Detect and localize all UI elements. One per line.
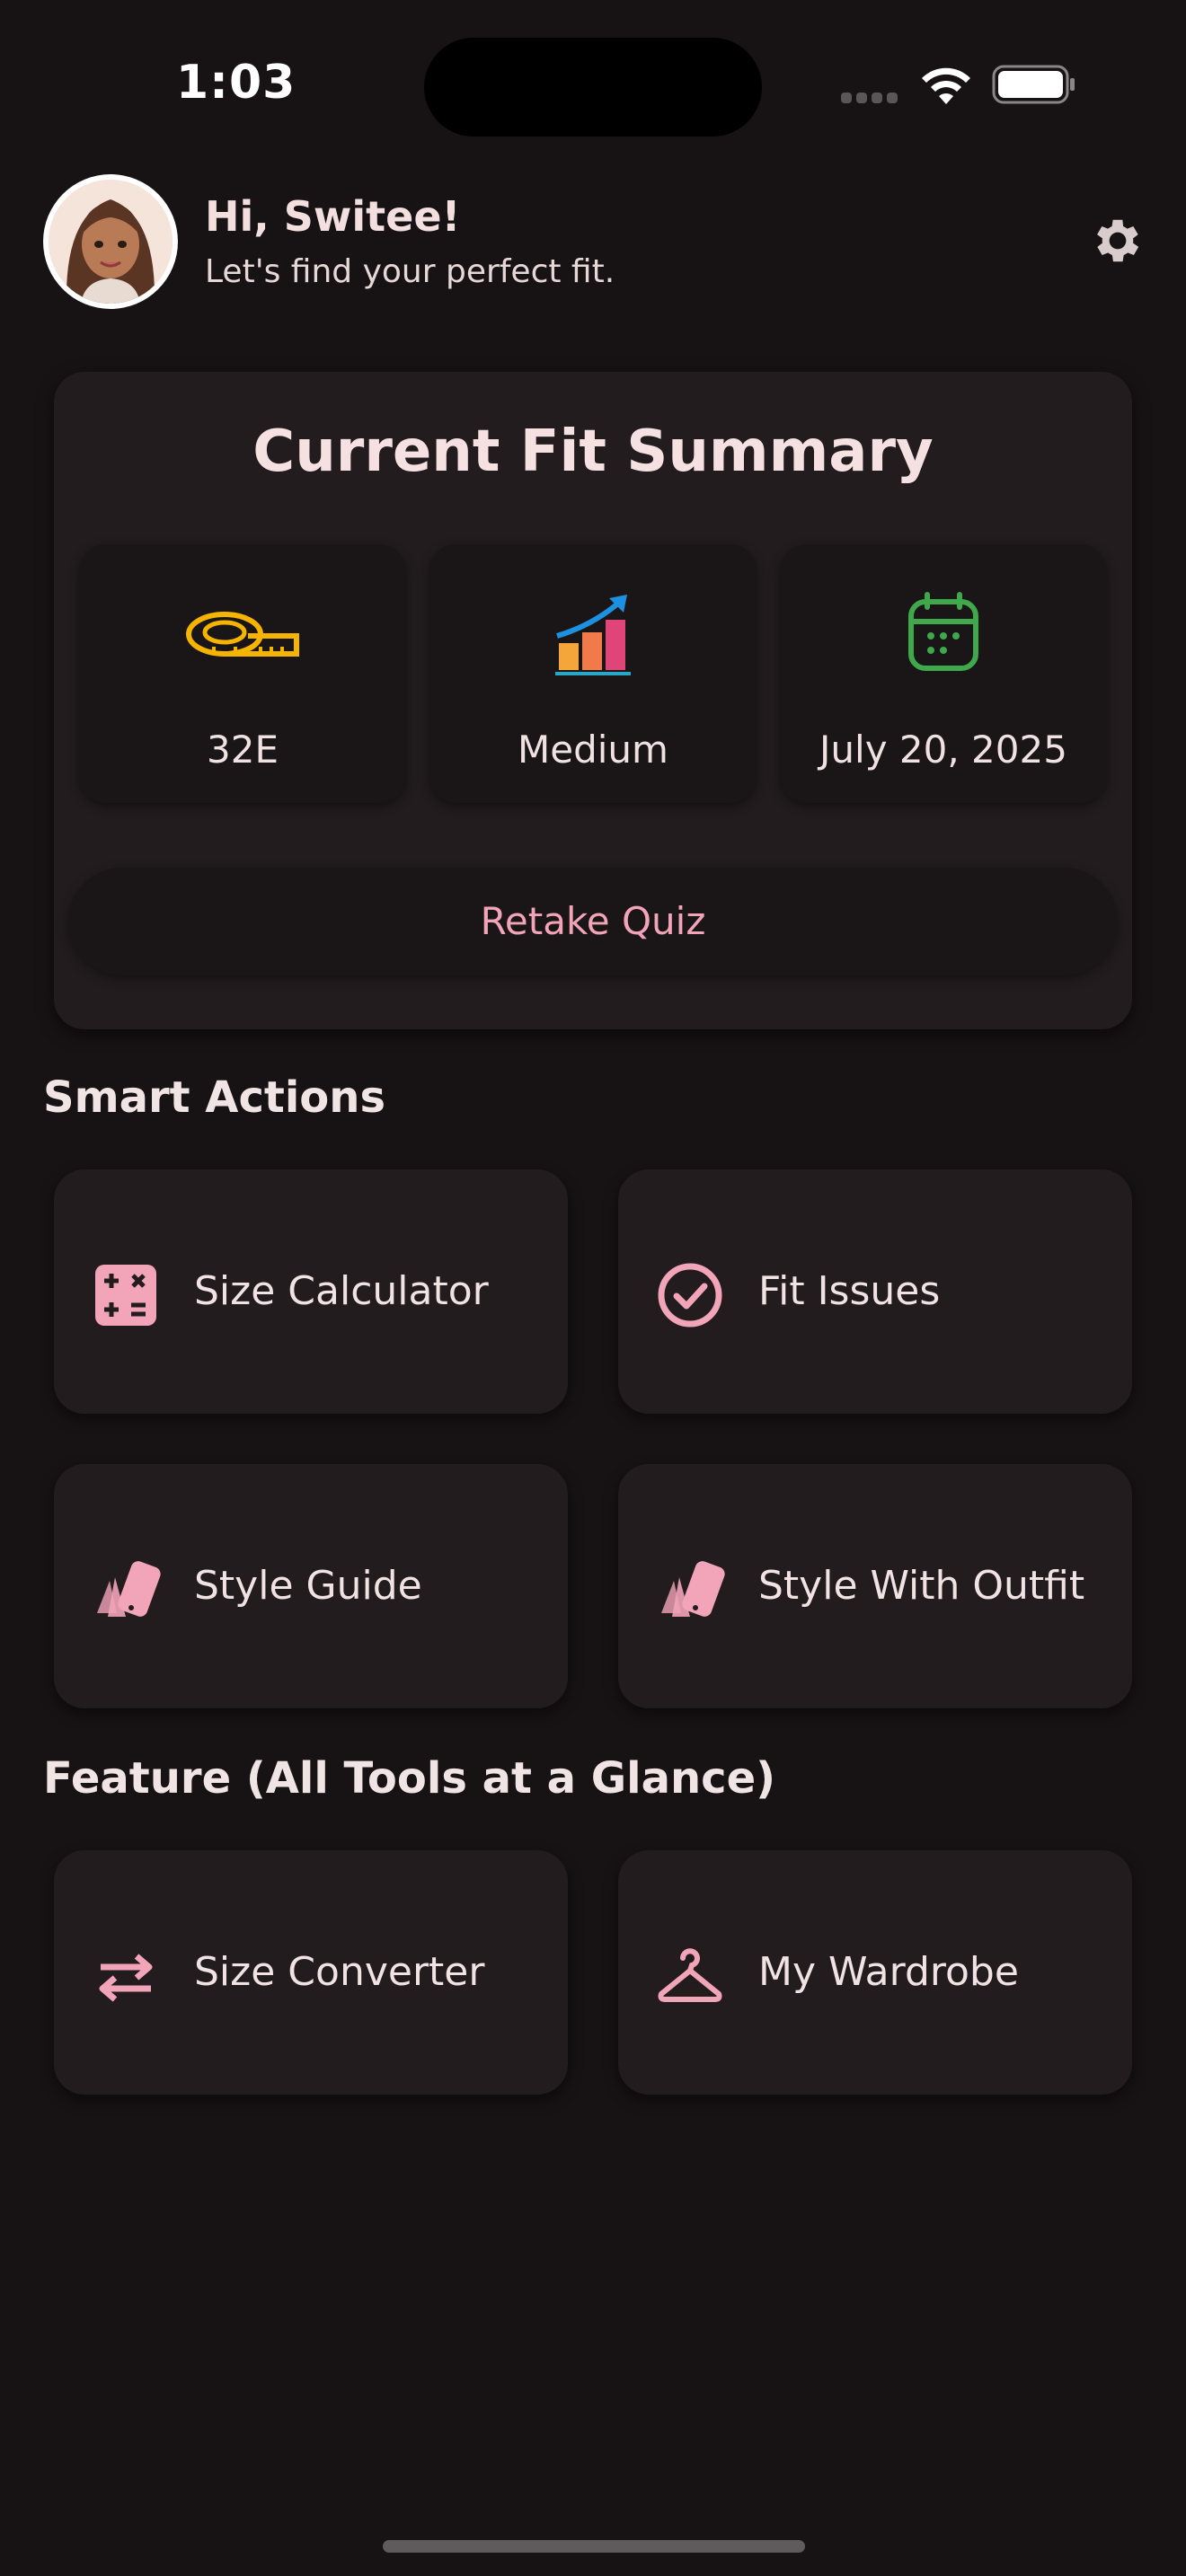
stat-date: July 20, 2025 <box>780 544 1107 803</box>
growth-chart-icon <box>555 595 631 675</box>
stat-fit-level: Medium <box>429 544 757 803</box>
gear-icon[interactable] <box>1089 212 1146 269</box>
measuring-tape-icon <box>186 612 299 657</box>
calendar-icon <box>908 592 978 671</box>
calculator-icon <box>95 1265 156 1326</box>
features-title: Feature (All Tools at a Glance) <box>43 1753 776 1804</box>
status-time: 1:03 <box>176 56 296 110</box>
greeting-title: Hi, Switee! <box>205 192 461 241</box>
style-guide-label: Style Guide <box>194 1563 422 1609</box>
size-calculator-card[interactable]: Size Calculator <box>54 1169 568 1414</box>
size-converter-label: Size Converter <box>194 1949 485 1995</box>
smart-actions-title: Smart Actions <box>43 1072 386 1123</box>
size-calculator-label: Size Calculator <box>194 1268 489 1314</box>
swap-arrows-icon <box>99 1954 153 2002</box>
stat-fit-level-label: Medium <box>518 728 668 772</box>
avatar-illustration <box>49 180 173 304</box>
size-converter-card[interactable]: Size Converter <box>54 1850 568 2095</box>
cellular-signal-icon <box>841 90 902 103</box>
my-wardrobe-label: My Wardrobe <box>758 1949 1019 1995</box>
stat-size-label: 32E <box>207 728 279 772</box>
retake-quiz-button[interactable]: Retake Quiz <box>68 868 1118 975</box>
style-with-outfit-label: Style With Outfit <box>758 1563 1085 1609</box>
fit-summary-title: Current Fit Summary <box>252 419 934 485</box>
stat-size: 32E <box>79 544 406 803</box>
home-indicator[interactable] <box>383 2540 805 2553</box>
stat-date-label: July 20, 2025 <box>819 728 1067 772</box>
dynamic-island <box>424 38 762 137</box>
avatar[interactable] <box>43 174 178 309</box>
fit-issues-card[interactable]: Fit Issues <box>618 1169 1132 1414</box>
swatch-icon <box>97 1561 161 1617</box>
my-wardrobe-card[interactable]: My Wardrobe <box>618 1850 1132 2095</box>
greeting-subtitle: Let's find your perfect fit. <box>205 253 615 290</box>
swatch-icon <box>661 1561 725 1617</box>
hanger-icon <box>658 1948 722 2002</box>
fit-issues-label: Fit Issues <box>758 1268 941 1314</box>
check-circle-icon <box>658 1263 722 1328</box>
wifi-icon <box>922 67 970 104</box>
style-guide-card[interactable]: Style Guide <box>54 1464 568 1708</box>
battery-icon <box>992 65 1075 104</box>
style-with-outfit-card[interactable]: Style With Outfit <box>618 1464 1132 1708</box>
